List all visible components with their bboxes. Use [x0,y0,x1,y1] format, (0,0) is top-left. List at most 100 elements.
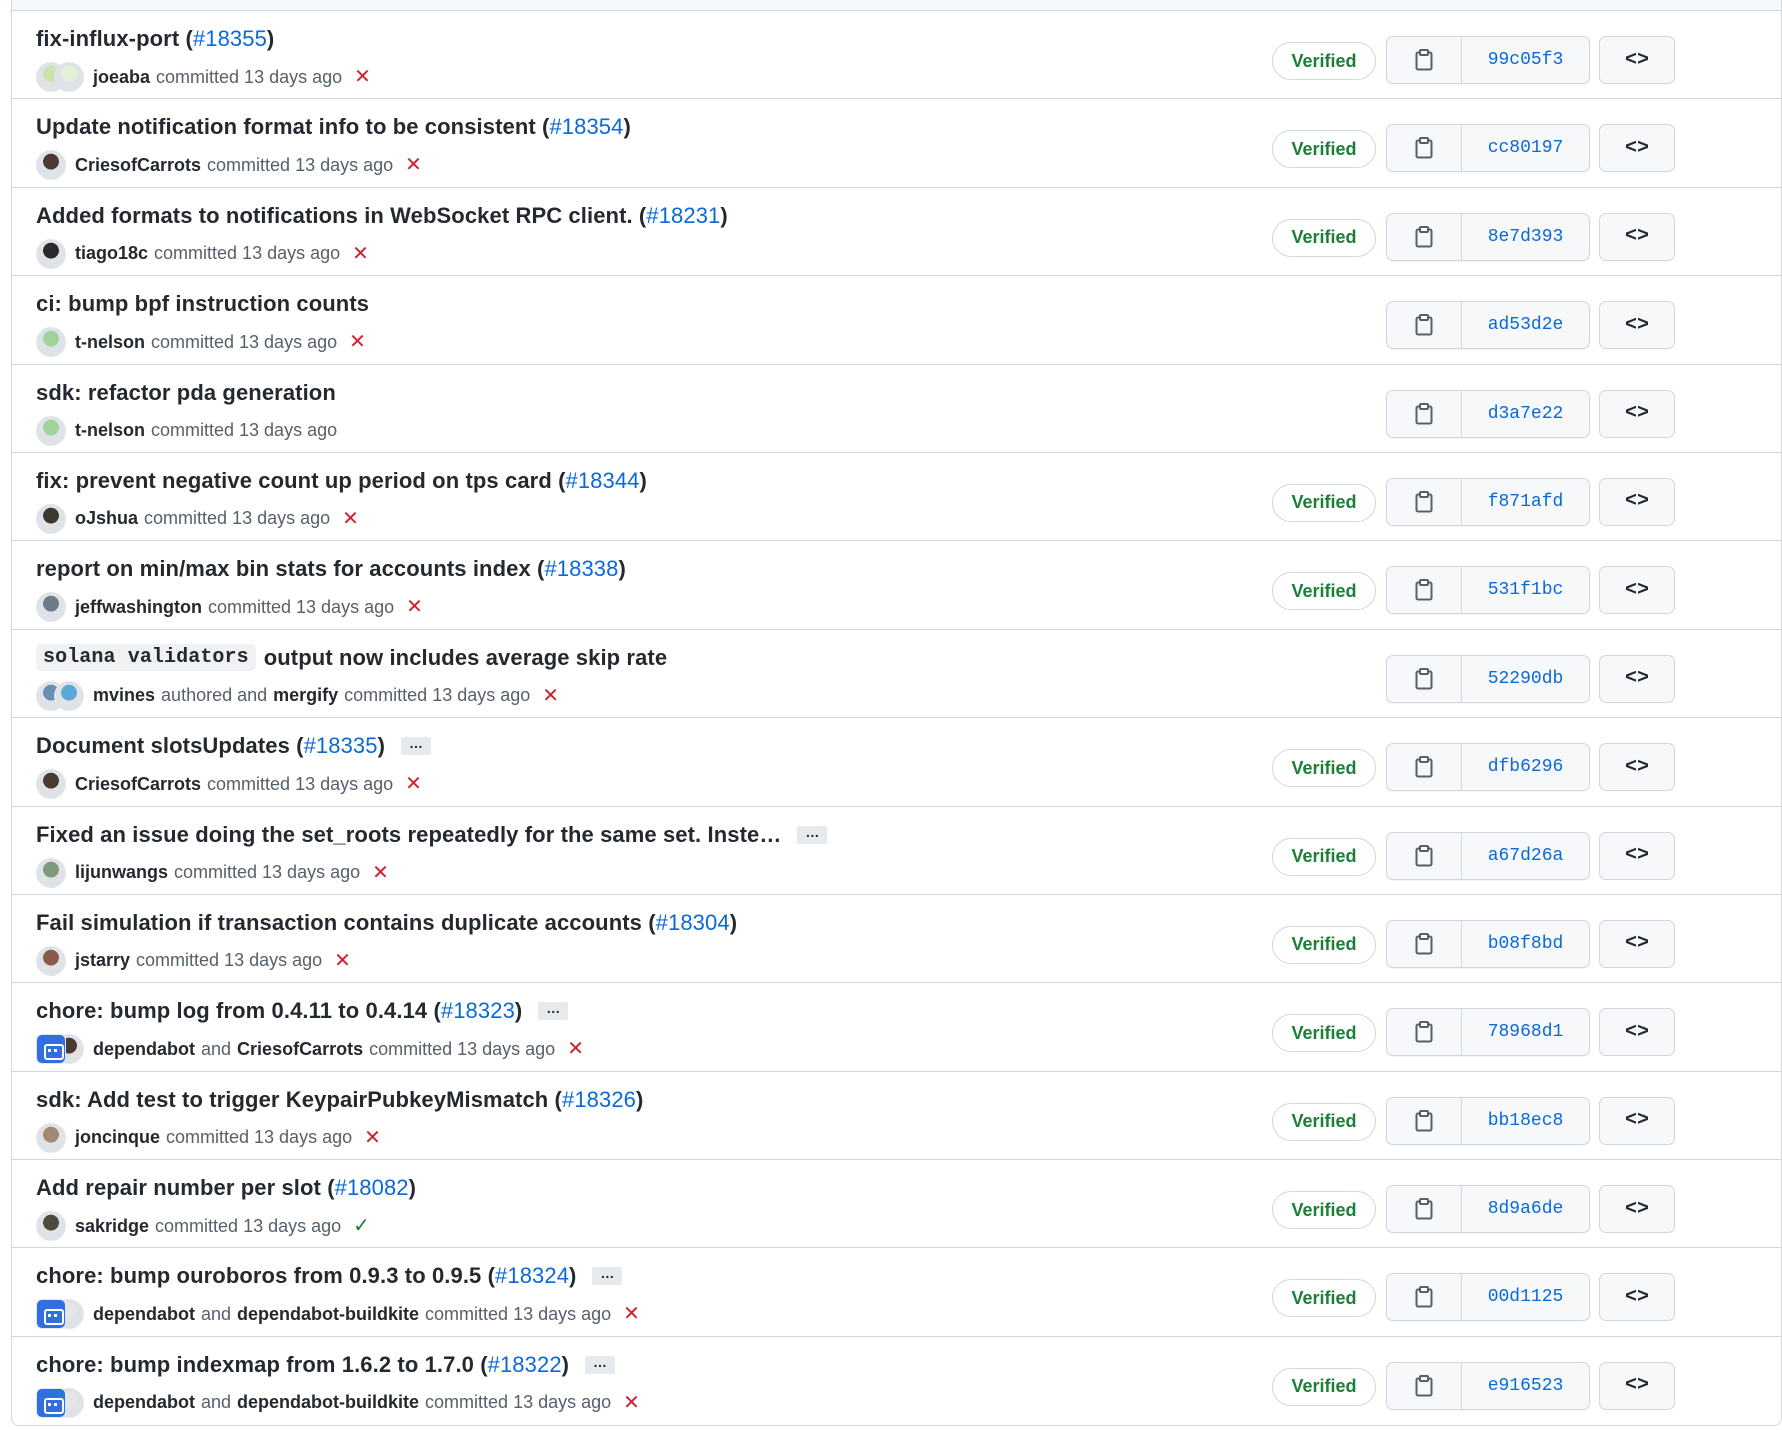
expand-message-button[interactable]: … [401,736,432,756]
pull-request-link[interactable]: #18335 [304,733,378,759]
avatar[interactable] [36,1387,66,1418]
author-link[interactable]: jstarry [75,950,130,971]
verified-badge[interactable]: Verified [1272,1367,1376,1406]
browse-repo-button[interactable]: <> [1599,919,1675,968]
commit-sha-link[interactable]: 00d1125 [1462,1274,1589,1320]
author-link[interactable]: jeffwashington [75,597,202,618]
avatar[interactable] [36,327,66,358]
commit-message-link[interactable]: sdk: Add test to trigger KeypairPubkeyMi… [36,1087,562,1113]
commit-message-link[interactable]: fix-influx-port ( [36,26,193,52]
verified-badge[interactable]: Verified [1272,130,1376,169]
copy-sha-button[interactable] [1387,302,1462,349]
expand-message-button[interactable]: … [538,1001,569,1021]
author-link[interactable]: joncinque [75,1127,160,1148]
pull-request-link[interactable]: #18082 [335,1175,409,1201]
co-author-link[interactable]: dependabot-buildkite [237,1392,419,1413]
x-icon[interactable]: ✕ [349,332,366,352]
copy-sha-button[interactable] [1387,390,1462,437]
author-link[interactable]: dependabot [93,1039,195,1060]
pull-request-link[interactable]: #18304 [656,910,730,936]
avatar[interactable] [36,1122,66,1153]
commit-sha-link[interactable]: 52290db [1462,656,1589,702]
avatar[interactable] [36,503,66,534]
commit-sha-link[interactable]: cc80197 [1462,125,1589,171]
author-link[interactable]: dependabot [93,1304,195,1325]
commit-sha-link[interactable]: 8d9a6de [1462,1186,1589,1232]
verified-badge[interactable]: Verified [1272,1014,1376,1053]
author-link[interactable]: CriesofCarrots [75,155,201,176]
co-author-link[interactable]: dependabot-buildkite [237,1304,419,1325]
avatar[interactable] [36,238,66,269]
author-link[interactable]: mvines [93,685,155,706]
copy-sha-button[interactable] [1387,1097,1462,1144]
commit-sha-link[interactable]: bb18ec8 [1462,1098,1589,1144]
verified-badge[interactable]: Verified [1272,837,1376,876]
pull-request-link[interactable]: #18231 [646,203,720,229]
commit-message-link[interactable]: chore: bump indexmap from 1.6.2 to 1.7.0… [36,1352,488,1378]
avatar[interactable] [36,415,66,446]
copy-sha-button[interactable] [1387,478,1462,525]
avatar[interactable] [36,1299,66,1330]
co-author-link[interactable]: CriesofCarrots [237,1039,363,1060]
browse-repo-button[interactable]: <> [1599,389,1675,438]
copy-sha-button[interactable] [1387,125,1462,172]
x-icon[interactable]: ✕ [352,244,369,264]
expand-message-button[interactable]: … [585,1355,616,1374]
commit-message-link[interactable]: fix: prevent negative count up period on… [36,468,566,494]
avatar[interactable] [36,592,66,623]
commit-message-link[interactable]: report on min/max bin stats for accounts… [36,556,544,582]
copy-sha-button[interactable] [1387,655,1462,702]
pull-request-link[interactable]: #18355 [193,26,267,52]
x-icon[interactable]: ✕ [354,67,371,87]
copy-sha-button[interactable] [1387,1274,1462,1321]
commit-message-link[interactable]: Document slotsUpdates ( [36,733,304,759]
pull-request-link[interactable]: #18324 [495,1263,569,1289]
expand-message-button[interactable]: … [592,1266,623,1286]
x-icon[interactable]: ✕ [342,509,359,529]
x-icon[interactable]: ✕ [542,686,559,706]
commit-sha-link[interactable]: 531f1bc [1462,567,1589,613]
x-icon[interactable]: ✕ [567,1039,584,1059]
browse-repo-button[interactable]: <> [1599,212,1675,261]
commit-message-link[interactable]: chore: bump log from 0.4.11 to 0.4.14 ( [36,998,441,1024]
commit-message-link[interactable]: Added formats to notifications in WebSoc… [36,203,646,229]
browse-repo-button[interactable]: <> [1599,1185,1675,1234]
x-icon[interactable]: ✕ [334,951,351,971]
verified-badge[interactable]: Verified [1272,1102,1376,1141]
pull-request-link[interactable]: #18354 [549,114,623,140]
browse-repo-button[interactable]: <> [1599,1096,1675,1145]
commit-sha-link[interactable]: 8e7d393 [1462,214,1589,260]
commit-sha-link[interactable]: 78968d1 [1462,1009,1589,1055]
browse-repo-button[interactable]: <> [1599,743,1675,792]
verified-badge[interactable]: Verified [1272,1279,1376,1318]
pull-request-link[interactable]: #18322 [488,1352,562,1378]
author-link[interactable]: tiago18c [75,243,148,264]
author-link[interactable]: oJshua [75,508,138,529]
browse-repo-button[interactable]: <> [1599,301,1675,350]
avatar[interactable] [36,945,66,976]
x-icon[interactable]: ✕ [406,597,423,617]
x-icon[interactable]: ✕ [623,1304,640,1324]
browse-repo-button[interactable]: <> [1599,36,1675,84]
avatar[interactable] [36,857,66,888]
copy-sha-button[interactable] [1387,37,1462,83]
browse-repo-button[interactable]: <> [1599,566,1675,615]
verified-badge[interactable]: Verified [1272,749,1376,788]
commit-message-link[interactable]: output now includes average skip rate [264,645,667,671]
browse-repo-button[interactable]: <> [1599,654,1675,703]
commit-sha-link[interactable]: e916523 [1462,1363,1589,1409]
avatar[interactable] [36,150,66,181]
verified-badge[interactable]: Verified [1272,42,1376,80]
browse-repo-button[interactable]: <> [1599,124,1675,173]
author-link[interactable]: t-nelson [75,420,145,441]
copy-sha-button[interactable] [1387,920,1462,967]
commit-message-link[interactable]: chore: bump ouroboros from 0.9.3 to 0.9.… [36,1263,495,1289]
copy-sha-button[interactable] [1387,744,1462,791]
verified-badge[interactable]: Verified [1272,483,1376,522]
avatar[interactable] [36,769,66,800]
browse-repo-button[interactable]: <> [1599,1008,1675,1057]
avatar[interactable] [54,680,84,711]
verified-badge[interactable]: Verified [1272,1191,1376,1230]
pull-request-link[interactable]: #18323 [441,998,515,1024]
avatar[interactable] [36,1034,66,1065]
